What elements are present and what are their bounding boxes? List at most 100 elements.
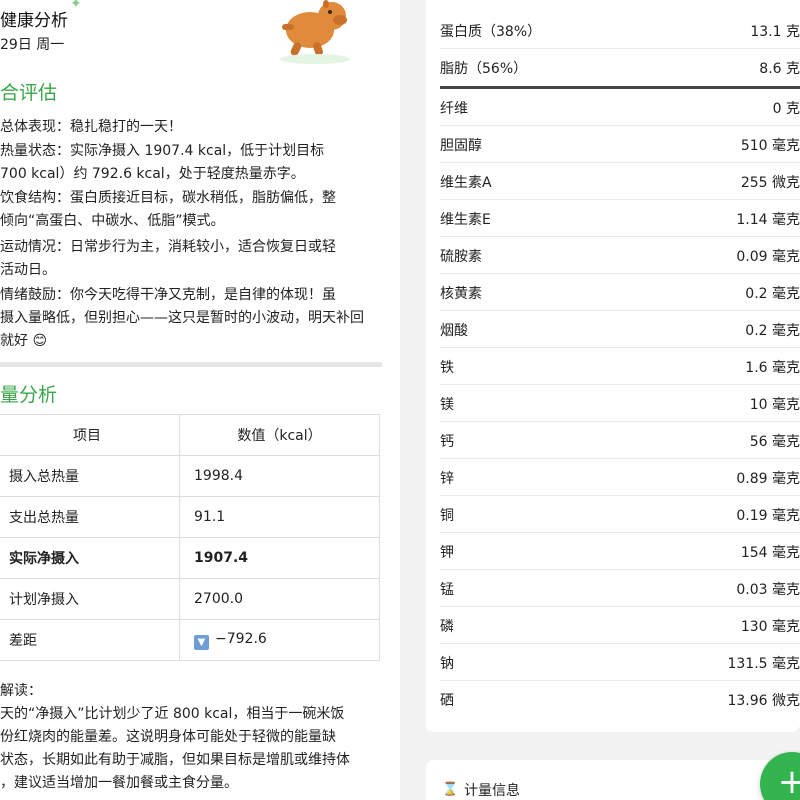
nutrient-row-iron: 铁 1.6 毫克	[440, 348, 800, 385]
table-row: 实际净摄入 1907.4	[0, 537, 380, 579]
nutrient-row-vitamin-e: 维生素E 1.14 毫克	[440, 200, 800, 237]
nutrient-row-riboflavin: 核黄素 0.2 毫克	[440, 274, 800, 311]
nutrient-label: 蛋白质（38%）	[440, 24, 542, 40]
overall-section-title: 合评估	[0, 82, 58, 104]
nutrient-value: 8.6 克	[759, 61, 800, 77]
overall-line: 摄入量略低，但别担心——这只是暂时的小波动，明天补回	[0, 310, 364, 326]
nutrient-row-zinc: 锌 0.89 毫克	[440, 459, 800, 496]
nutrient-value: 13.96 微克	[727, 693, 800, 709]
nutrient-row-sodium: 钠 131.5 毫克	[440, 644, 800, 681]
interpretation-line: 解读：	[0, 683, 42, 699]
nutrient-label: 钾	[440, 545, 454, 561]
nutrient-value: 1.6 毫克	[745, 360, 800, 376]
overall-line: 总体表现：稳扎稳打的一天！	[0, 119, 182, 135]
nutrient-label: 磷	[440, 619, 454, 635]
nutrient-value: 255 微克	[740, 175, 800, 191]
mascot-shadow	[280, 54, 350, 64]
health-analysis-panel: ✦ 健康分析 29日 周一 合评估 总体表现：稳扎稳打的一天！ 热量状态：实际净…	[0, 0, 400, 800]
nutrient-value: 154 毫克	[740, 545, 800, 561]
overall-line: 运动情况：日常步行为主，消耗较小，适合恢复日或轻	[0, 239, 336, 255]
nutrient-label: 锌	[440, 471, 454, 487]
nutrient-label: 维生素A	[440, 175, 492, 191]
nutrient-row-vitamin-a: 维生素A 255 微克	[440, 163, 800, 200]
table-cell-item: 差距	[0, 619, 180, 661]
gap-value: −792.6	[215, 630, 267, 647]
table-cell-value: 2700.0	[179, 578, 380, 620]
overall-item-4: 运动情况：日常步行为主，消耗较小，适合恢复日或轻 活动日。	[0, 236, 380, 282]
nutrient-label: 烟酸	[440, 323, 468, 339]
overall-line: 热量状态：实际净摄入 1907.4 kcal，低于计划目标	[0, 143, 325, 159]
overall-item-1: 总体表现：稳扎稳打的一天！	[0, 116, 380, 139]
nutrient-value: 131.5 毫克	[727, 656, 800, 672]
nutrient-value: 130 毫克	[740, 619, 800, 635]
nutrient-label: 钙	[440, 434, 454, 450]
nutrient-row-potassium: 钾 154 毫克	[440, 533, 800, 570]
table-cell-value: ▼ −792.6	[179, 619, 380, 661]
nutrient-row-manganese: 锰 0.03 毫克	[440, 570, 800, 607]
energy-table: 项目 数值（kcal） 摄入总热量 1998.4 支出总热量 91.1 实际净摄…	[0, 414, 380, 661]
down-arrow-icon: ▼	[194, 634, 209, 650]
nutrient-row-fiber: 纤维 0 克	[440, 89, 800, 126]
nutrient-label: 硒	[440, 693, 454, 709]
overall-item-2: 热量状态：实际净摄入 1907.4 kcal，低于计划目标 700 kcal）约…	[0, 140, 380, 186]
nutrient-row-magnesium: 镁 10 毫克	[440, 385, 800, 422]
table-cell-item: 支出总热量	[0, 496, 180, 538]
nutrient-value: 13.1 克	[750, 24, 800, 40]
table-row: 差距 ▼ −792.6	[0, 619, 380, 661]
nutrient-value: 0.19 毫克	[736, 508, 800, 524]
date-label: 29日 周一	[0, 37, 65, 53]
table-header-value: 数值（kcal）	[179, 414, 380, 456]
table-cell-item: 摄入总热量	[0, 455, 180, 497]
nutrient-row-calcium: 钙 56 毫克	[440, 422, 800, 459]
table-cell-value: 1998.4	[179, 455, 380, 497]
nutrient-row-thiamine: 硫胺素 0.09 毫克	[440, 237, 800, 274]
section-divider	[0, 362, 382, 367]
table-row: 摄入总热量 1998.4	[0, 455, 380, 497]
overall-line: 700 kcal）约 792.6 kcal，处于轻度热量赤字。	[0, 166, 305, 182]
nutrient-label: 核黄素	[440, 286, 482, 302]
overall-line: 情绪鼓励：你今天吃得干净又克制，是自律的体现！虽	[0, 287, 336, 303]
table-cell-value: 91.1	[179, 496, 380, 538]
nutrient-label: 铜	[440, 508, 454, 524]
nutrient-label: 纤维	[440, 101, 468, 117]
nutrient-label: 铁	[440, 360, 454, 376]
nutrient-label: 钠	[440, 656, 454, 672]
overall-line: 倾向“高蛋白、中碳水、低脂”模式。	[0, 213, 225, 229]
nutrient-label: 硫胺素	[440, 249, 482, 265]
nutrient-value: 0.2 毫克	[745, 323, 800, 339]
nutrient-label: 脂肪（56%）	[440, 61, 528, 77]
overall-item-5: 情绪鼓励：你今天吃得干净又克制，是自律的体现！虽 摄入量略低，但别担心——这只是…	[0, 284, 380, 353]
overall-line: 就好 😊	[0, 333, 48, 349]
table-row: 计划净摄入 2700.0	[0, 578, 380, 620]
nutrient-value: 1.14 毫克	[736, 212, 800, 228]
table-header-item: 项目	[0, 414, 180, 456]
nutrient-label: 锰	[440, 582, 454, 598]
nutrient-card: 蛋白质（38%） 13.1 克 脂肪（56%） 8.6 克 纤维 0 克 胆固醇…	[426, 0, 800, 732]
table-row: 支出总热量 91.1	[0, 496, 380, 538]
nutrient-label: 胆固醇	[440, 138, 482, 154]
nutrient-value: 0.89 毫克	[736, 471, 800, 487]
interpretation-line: 份红烧肉的能量差。这说明身体可能处于轻微的能量缺	[0, 729, 336, 745]
nutrient-row-protein: 蛋白质（38%） 13.1 克	[440, 12, 800, 49]
nutrient-value: 0.03 毫克	[736, 582, 800, 598]
nutrient-value: 510 毫克	[740, 138, 800, 154]
nutrient-row-cholesterol: 胆固醇 510 毫克	[440, 126, 800, 163]
interpretation-block: 解读： 天的“净摄入”比计划少了近 800 kcal，相当于一碗米饭 份红烧肉的…	[0, 680, 380, 795]
nutrient-row-selenium: 硒 13.96 微克	[440, 681, 800, 718]
nutrient-value: 0 克	[772, 101, 800, 117]
page-title: 健康分析	[0, 11, 68, 31]
calc-info-label[interactable]: 计量信息	[464, 780, 520, 800]
overall-line: 活动日。	[0, 262, 56, 278]
nutrient-label: 镁	[440, 397, 454, 413]
overall-item-3: 饮食结构：蛋白质接近目标，碳水稍低，脂肪偏低，整 倾向“高蛋白、中碳水、低脂”模…	[0, 187, 380, 233]
panel-gap	[400, 0, 426, 800]
overall-line: 饮食结构：蛋白质接近目标，碳水稍低，脂肪偏低，整	[0, 190, 336, 206]
table-header-row: 项目 数值（kcal）	[0, 414, 380, 456]
nutrient-panel: 蛋白质（38%） 13.1 克 脂肪（56%） 8.6 克 纤维 0 克 胆固醇…	[426, 0, 800, 800]
table-cell-value: 1907.4	[179, 537, 380, 579]
nutrient-value: 0.2 毫克	[745, 286, 800, 302]
nutrient-value: 0.09 毫克	[736, 249, 800, 265]
nutrient-label: 维生素E	[440, 212, 491, 228]
sparkle-icon: ✦	[70, 0, 82, 12]
nutrient-row-niacin: 烟酸 0.2 毫克	[440, 311, 800, 348]
